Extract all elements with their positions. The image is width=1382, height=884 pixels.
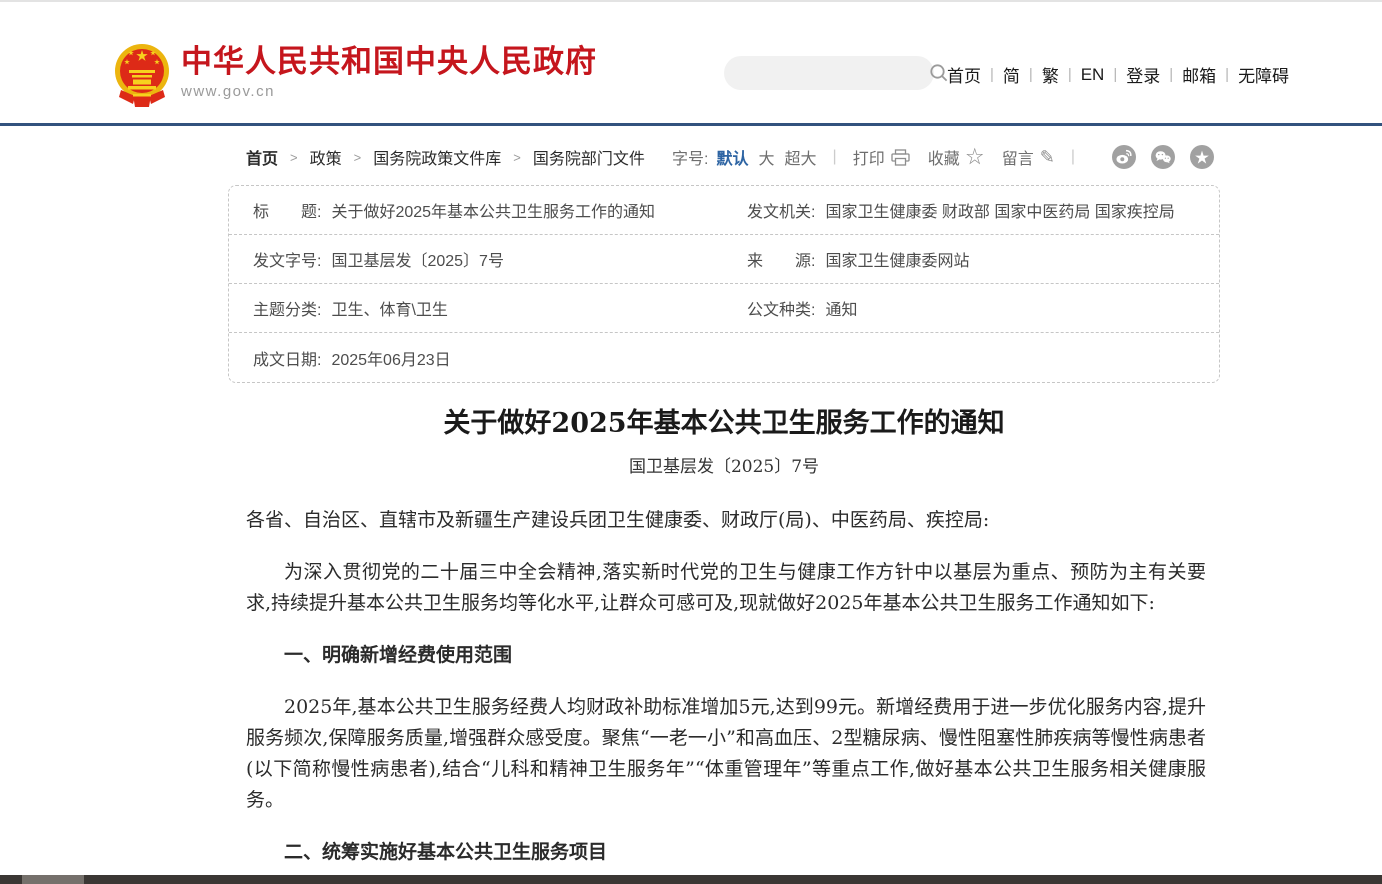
meta-date-value: 2025年06月23日 — [331, 346, 450, 370]
breadcrumb-home[interactable]: 首页 — [246, 145, 278, 169]
document-body: 各省、自治区、直辖市及新疆生产建设兵团卫生健康委、财政厅(局)、中医药局、疾控局… — [228, 505, 1220, 884]
meta-source: 来 源: 国家卫生健康委网站 — [723, 247, 1219, 271]
breadcrumb-policy[interactable]: 政策 — [310, 145, 342, 169]
meta-doc-number: 发文字号: 国卫基层发〔2025〕7号 — [229, 247, 723, 271]
horizontal-scrollbar-thumb[interactable] — [22, 875, 84, 884]
breadcrumb-department-documents[interactable]: 国务院部门文件 — [533, 145, 645, 169]
comment-button[interactable]: 留言 ✎ — [1002, 145, 1055, 169]
breadcrumb-separator-icon: > — [290, 150, 298, 165]
content-column: 首页 > 政策 > 国务院政策文件库 > 国务院部门文件 字号: 默认 大 超大… — [228, 142, 1220, 884]
meta-row: 主题分类: 卫生、体育\卫生 公文种类: 通知 — [229, 284, 1219, 333]
site-title: 中华人民共和国中央人民政府 — [181, 44, 597, 80]
nav-separator: | — [1068, 66, 1072, 83]
horizontal-scrollbar[interactable] — [0, 875, 1382, 884]
search-box[interactable] — [724, 56, 934, 90]
meta-source-value: 国家卫生健康委网站 — [825, 247, 969, 271]
favorite-button[interactable]: 收藏 ☆ — [928, 145, 984, 169]
meta-topic: 主题分类: 卫生、体育\卫生 — [229, 296, 723, 320]
breadcrumb-separator-icon: > — [354, 150, 362, 165]
meta-doc-type-value: 通知 — [825, 296, 857, 320]
nav-mail[interactable]: 邮箱 — [1182, 62, 1216, 87]
star-icon: ☆ — [966, 148, 984, 166]
meta-date-label: 成文日期: — [253, 346, 321, 370]
wechat-share-icon[interactable] — [1151, 145, 1175, 169]
font-size-default-button[interactable]: 默认 — [717, 145, 749, 169]
salutation-paragraph: 各省、自治区、直辖市及新疆生产建设兵团卫生健康委、财政厅(局)、中医药局、疾控局… — [246, 505, 1206, 536]
section-1-heading: 一、明确新增经费使用范围 — [246, 640, 1206, 671]
meta-topic-label: 主题分类: — [253, 296, 321, 320]
toolbar-separator: | — [1071, 148, 1075, 166]
meta-source-label: 来 源: — [747, 247, 815, 271]
font-size-label: 字号: — [672, 145, 708, 169]
intro-paragraph: 为深入贯彻党的二十届三中全会精神,落实新时代党的卫生与健康工作方针中以基层为重点… — [246, 557, 1206, 619]
print-button[interactable]: 打印 — [853, 145, 910, 169]
nav-separator: | — [1225, 66, 1229, 83]
meta-issuer-label: 发文机关: — [747, 198, 815, 222]
nav-traditional[interactable]: 繁 — [1042, 62, 1059, 87]
font-size-xlarge-button[interactable]: 超大 — [785, 145, 817, 169]
search-input[interactable] — [724, 56, 929, 90]
breadcrumb-toolbar-row: 首页 > 政策 > 国务院政策文件库 > 国务院部门文件 字号: 默认 大 超大… — [228, 142, 1220, 172]
meta-issuer-value: 国家卫生健康委 财政部 国家中医药局 国家疾控局 — [825, 198, 1174, 222]
meta-doc-number-value: 国卫基层发〔2025〕7号 — [331, 247, 504, 271]
nav-separator: | — [1169, 66, 1173, 83]
breadcrumb-policy-library[interactable]: 国务院政策文件库 — [373, 145, 501, 169]
meta-doc-type-label: 公文种类: — [747, 296, 815, 320]
nav-separator: | — [1113, 66, 1117, 83]
document-toolbar: 字号: 默认 大 超大 | 打印 收藏 ☆ 留言 ✎ | — [672, 145, 1214, 169]
qzone-share-icon[interactable] — [1190, 145, 1214, 169]
nav-home[interactable]: 首页 — [947, 62, 981, 87]
document-title: 关于做好2025年基本公共卫生服务工作的通知 — [228, 407, 1220, 441]
site-logo[interactable]: 中华人民共和国中央人民政府 www.gov.cn — [113, 42, 597, 108]
toolbar-separator: | — [833, 148, 837, 166]
search-icon — [929, 63, 949, 83]
meta-date: 成文日期: 2025年06月23日 — [229, 346, 723, 370]
document-number: 国卫基层发〔2025〕7号 — [228, 452, 1220, 477]
breadcrumb-separator-icon: > — [513, 150, 521, 165]
nav-login[interactable]: 登录 — [1126, 62, 1160, 87]
national-emblem-icon — [113, 42, 171, 108]
nav-simplified[interactable]: 简 — [1003, 62, 1020, 87]
meta-title-label: 标 题: — [253, 198, 321, 222]
meta-issuer: 发文机关: 国家卫生健康委 财政部 国家中医药局 国家疾控局 — [723, 198, 1219, 222]
share-buttons — [1097, 145, 1214, 169]
meta-row: 标 题: 关于做好2025年基本公共卫生服务工作的通知 发文机关: 国家卫生健康… — [229, 186, 1219, 235]
meta-row: 发文字号: 国卫基层发〔2025〕7号 来 源: 国家卫生健康委网站 — [229, 235, 1219, 284]
nav-separator: | — [990, 66, 994, 83]
nav-separator: | — [1029, 66, 1033, 83]
site-header: 中华人民共和国中央人民政府 www.gov.cn 首页 | 简 | 繁 | EN… — [0, 2, 1382, 126]
pencil-icon: ✎ — [1040, 148, 1055, 166]
document-meta-table: 标 题: 关于做好2025年基本公共卫生服务工作的通知 发文机关: 国家卫生健康… — [228, 185, 1220, 383]
meta-doc-type: 公文种类: 通知 — [723, 296, 1219, 320]
font-size-large-button[interactable]: 大 — [759, 145, 775, 169]
meta-topic-value: 卫生、体育\卫生 — [331, 296, 447, 320]
meta-title: 标 题: 关于做好2025年基本公共卫生服务工作的通知 — [229, 198, 723, 222]
site-url: www.gov.cn — [181, 83, 597, 100]
nav-english[interactable]: EN — [1081, 65, 1105, 85]
meta-title-value: 关于做好2025年基本公共卫生服务工作的通知 — [331, 198, 655, 222]
weibo-share-icon[interactable] — [1112, 145, 1136, 169]
search-button[interactable] — [929, 56, 949, 90]
printer-icon — [891, 149, 910, 166]
section-1-paragraph: 2025年,基本公共卫生服务经费人均财政补助标准增加5元,达到99元。新增经费用… — [246, 692, 1206, 816]
nav-accessibility[interactable]: 无障碍 — [1238, 62, 1289, 87]
meta-doc-number-label: 发文字号: — [253, 247, 321, 271]
meta-row: 成文日期: 2025年06月23日 — [229, 333, 1219, 382]
header-nav: 首页 | 简 | 繁 | EN | 登录 | 邮箱 | 无障碍 — [947, 62, 1289, 87]
section-2-heading: 二、统筹实施好基本公共卫生服务项目 — [246, 837, 1206, 868]
breadcrumb: 首页 > 政策 > 国务院政策文件库 > 国务院部门文件 — [246, 145, 645, 169]
